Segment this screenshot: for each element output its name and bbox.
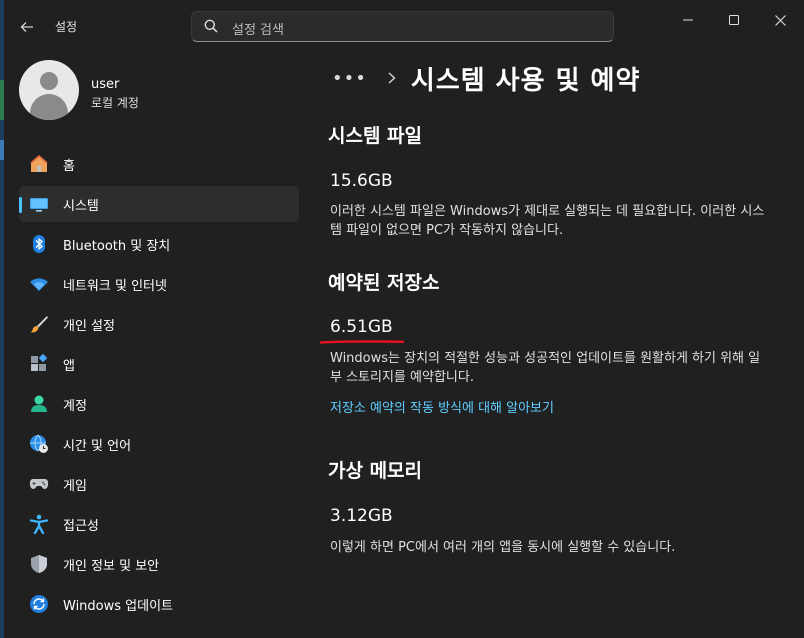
gamepad-icon [29, 474, 49, 494]
desktop-edge [0, 0, 4, 638]
sidebar-item-label: 게임 [63, 478, 87, 494]
bluetooth-icon [29, 234, 49, 254]
system-monitor-icon [29, 194, 49, 214]
sidebar-item-personalization[interactable]: 개인 설정 [19, 306, 299, 342]
page-title: 시스템 사용 및 예약 [410, 65, 641, 96]
close-icon [774, 14, 786, 26]
profile-name: user [91, 77, 120, 92]
virtual-memory-title: 가상 메모리 [328, 460, 423, 482]
app-title: 설정 [55, 20, 78, 34]
sidebar-item-label: 개인 설정 [63, 318, 115, 334]
reserved-storage-learn-more-link[interactable]: 저장소 예약의 작동 방식에 대해 알아보기 [330, 397, 554, 416]
breadcrumb: ••• 시스템 사용 및 예약 [332, 60, 640, 96]
wifi-icon [29, 274, 49, 294]
settings-window: 설정 설정 검색 user 로컬 계정 홈 시스템 Bluetooth 및 장치… [0, 0, 804, 638]
sidebar-item-label: 홈 [63, 158, 75, 174]
title-bar: 설정 설정 검색 [0, 0, 804, 50]
sidebar-item-time-language[interactable]: 시간 및 언어 [19, 426, 299, 462]
virtual-memory-description: 이렇게 하면 PC에서 여러 개의 앱을 동시에 실행할 수 있습니다. [330, 540, 676, 555]
minimize-icon [683, 19, 693, 21]
globe-clock-icon [29, 434, 49, 454]
search-icon [204, 19, 218, 33]
maximize-button[interactable] [714, 8, 754, 32]
apps-icon [29, 354, 49, 374]
shield-icon [29, 554, 49, 574]
sidebar-item-label: Bluetooth 및 장치 [63, 238, 171, 254]
profile-account-type: 로컬 계정 [91, 96, 139, 110]
update-icon [29, 594, 49, 614]
sidebar-item-accounts[interactable]: 계정 [19, 386, 299, 422]
sidebar-item-windows-update[interactable]: Windows 업데이트 [19, 586, 299, 622]
search-placeholder: 설정 검색 [232, 23, 284, 38]
reserved-storage-description: Windows는 장치의 적절한 성능과 성공적인 업데이트를 원활하게 하기 … [330, 351, 761, 385]
virtual-memory-size: 3.12GB [330, 506, 393, 526]
chevron-right-icon [387, 69, 397, 88]
maximize-icon [729, 15, 739, 25]
brush-icon [29, 314, 49, 334]
sidebar-item-accessibility[interactable]: 접근성 [19, 506, 299, 542]
sidebar-item-label: 접근성 [63, 518, 99, 534]
system-files-title: 시스템 파일 [328, 125, 423, 147]
reserved-storage-size: 6.51GB [330, 317, 393, 337]
search-input[interactable]: 설정 검색 [191, 11, 614, 42]
sidebar-item-label: 시스템 [63, 198, 99, 214]
sidebar-item-label: 앱 [63, 358, 75, 374]
sidebar-item-label: 계정 [63, 398, 87, 414]
reserved-storage-title: 예약된 저장소 [328, 272, 440, 294]
breadcrumb-overflow-button[interactable]: ••• [332, 68, 367, 89]
system-files-size: 15.6GB [330, 171, 393, 191]
sidebar-nav: 홈 시스템 Bluetooth 및 장치 네트워크 및 인터넷 개인 설정 앱 … [19, 146, 299, 626]
sidebar-item-gaming[interactable]: 게임 [19, 466, 299, 502]
system-files-description: 이러한 시스템 파일은 Windows가 제대로 실행되는 데 필요합니다. 이… [330, 204, 765, 238]
sidebar-item-apps[interactable]: 앱 [19, 346, 299, 382]
back-arrow-icon [20, 22, 33, 32]
red-annotation-underline [320, 340, 404, 344]
sidebar-item-home[interactable]: 홈 [19, 146, 299, 182]
sidebar-item-bluetooth[interactable]: Bluetooth 및 장치 [19, 226, 299, 262]
sidebar-item-label: Windows 업데이트 [63, 598, 174, 614]
sidebar-item-label: 개인 정보 및 보안 [63, 558, 160, 574]
account-icon [29, 394, 49, 414]
sidebar-item-privacy-security[interactable]: 개인 정보 및 보안 [19, 546, 299, 582]
sidebar-item-system[interactable]: 시스템 [19, 186, 299, 222]
accessibility-icon [29, 514, 49, 534]
back-button[interactable] [14, 14, 40, 40]
avatar[interactable] [19, 60, 79, 120]
minimize-button[interactable] [668, 8, 708, 32]
sidebar-item-label: 네트워크 및 인터넷 [63, 278, 167, 294]
close-button[interactable] [760, 8, 800, 32]
home-icon [29, 154, 49, 174]
sidebar-item-label: 시간 및 언어 [63, 438, 132, 454]
sidebar-item-network[interactable]: 네트워크 및 인터넷 [19, 266, 299, 302]
